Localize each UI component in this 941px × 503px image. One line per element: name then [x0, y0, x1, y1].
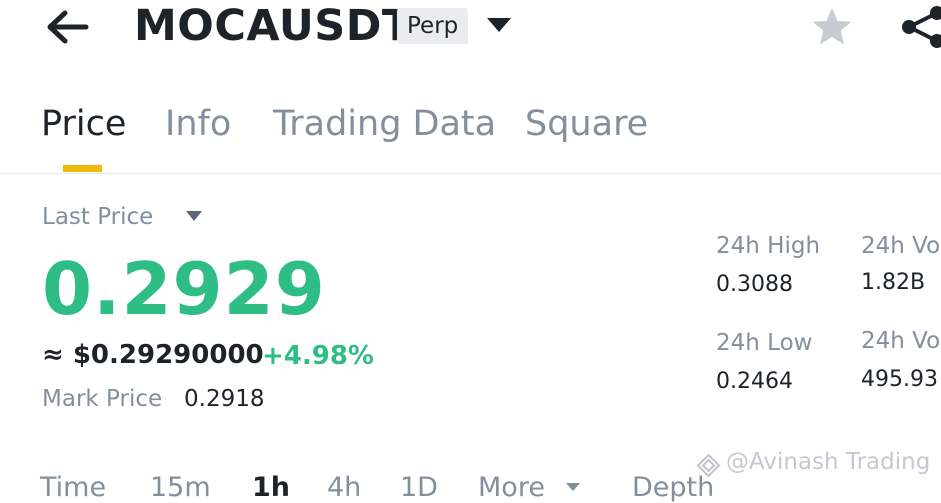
tab-square[interactable]: Square	[525, 104, 648, 144]
tab-price[interactable]: Price	[41, 104, 126, 144]
volume-24h-label: 24h Vo	[861, 233, 941, 259]
low-24h-label: 24h Low	[716, 330, 813, 356]
tab-trading-data[interactable]: Trading Data	[273, 104, 496, 144]
tab-info[interactable]: Info	[165, 104, 231, 144]
mark-price-label: Mark Price	[42, 386, 163, 412]
price-change-percent: +4.98%	[262, 341, 374, 371]
contract-type-badge: Perp	[397, 8, 469, 44]
interval-4h[interactable]: 4h	[327, 472, 361, 503]
active-tab-indicator	[63, 165, 102, 172]
star-icon[interactable]	[811, 6, 853, 48]
volume-24h-value: 1.82B	[861, 270, 926, 295]
low-24h-value: 0.2464	[716, 369, 793, 394]
watermark-text: @Avinash Trading	[726, 449, 931, 475]
last-price-value: 0.2929	[42, 247, 326, 331]
watermark-logo-icon	[696, 453, 721, 478]
interval-15m[interactable]: 15m	[150, 472, 211, 503]
interval-time[interactable]: Time	[40, 472, 106, 503]
more-caret-icon[interactable]	[565, 482, 581, 492]
tabs-divider	[0, 173, 941, 174]
high-24h-value: 0.3088	[716, 272, 793, 297]
caret-down-icon[interactable]	[486, 16, 512, 34]
interval-more[interactable]: More	[478, 472, 545, 503]
volume-usdt-24h-value: 495.93	[861, 367, 938, 392]
high-24h-label: 24h High	[716, 233, 821, 259]
interval-1d[interactable]: 1D	[400, 472, 438, 503]
interval-1h[interactable]: 1h	[252, 472, 290, 503]
usd-equivalent: ≈ $0.29290000	[42, 340, 264, 370]
share-icon[interactable]	[900, 5, 941, 49]
symbol-title: MOCAUSDT	[134, 1, 412, 51]
volume-usdt-24h-label: 24h Vo	[861, 328, 941, 354]
last-price-caret-icon[interactable]	[185, 210, 203, 222]
back-arrow-icon[interactable]	[44, 8, 90, 46]
last-price-label: Last Price	[42, 204, 154, 230]
mark-price-value: 0.2918	[184, 386, 265, 412]
